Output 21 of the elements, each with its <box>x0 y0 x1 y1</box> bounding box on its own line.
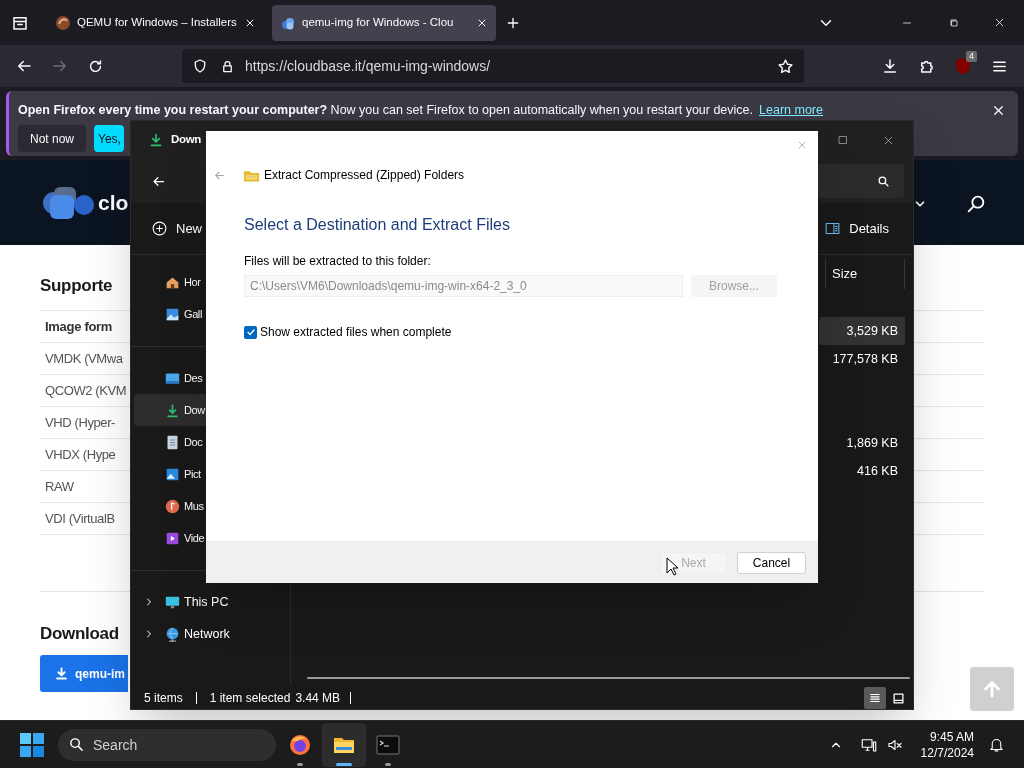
notification-message: Open Firefox every time you restart your computer? Now you can set Firefox to open automatically when you restart your device. <box>18 102 754 119</box>
dialog-title: Extract Compressed (Zipped) Folders <box>264 167 465 184</box>
table-cell-text: RAW <box>45 477 74 496</box>
url-text: https://cloudbase.it/qemu-img-windows/ <box>245 56 491 76</box>
dialog-heading: Select a Destination and Extract Files <box>244 215 511 235</box>
table-cell-text: VMDK (VMwa <box>45 349 123 368</box>
tab-title: qemu-img for Windows - Clou <box>302 14 454 30</box>
status-text: 5 items <box>144 690 183 707</box>
table-header: Image form <box>45 317 113 336</box>
table-cell-text: VHDX (Hype <box>45 445 116 464</box>
table-cell-text: VHD (Hyper- <box>45 413 115 432</box>
tab-title: QEMU for Windows – Installers <box>77 14 237 30</box>
window-title: Down <box>171 132 202 148</box>
section-heading: Supporte <box>40 275 113 297</box>
field-label: Files will be extracted to this folder: <box>244 253 432 269</box>
section-heading: Download <box>40 622 119 645</box>
addon-badge: 4 <box>966 51 977 62</box>
status-text: 3.44 MB <box>295 690 341 707</box>
status-text: 1 item selected <box>209 690 291 707</box>
table-cell-text: VDI (VirtualB <box>45 509 115 528</box>
table-cell-text: QCOW2 (KVM <box>45 381 127 400</box>
